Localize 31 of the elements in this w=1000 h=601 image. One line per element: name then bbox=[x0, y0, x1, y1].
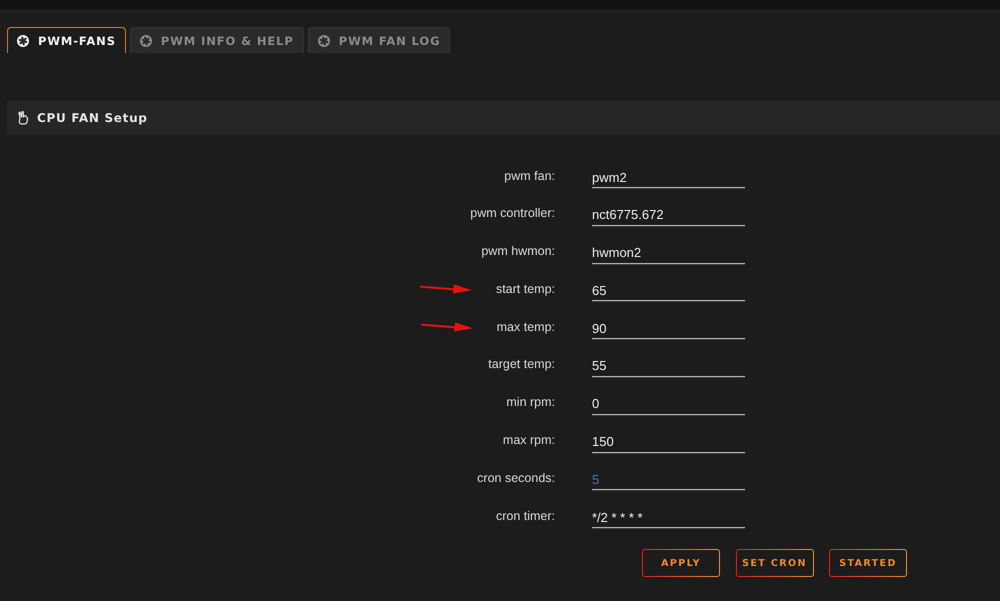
section-title: CPU FAN Setup bbox=[37, 111, 148, 125]
input-field[interactable]: pwm2 bbox=[592, 163, 745, 188]
tab[interactable]: PWM-FANS bbox=[7, 27, 126, 53]
input-field[interactable]: 5 bbox=[592, 465, 745, 490]
fan-icon bbox=[17, 34, 29, 46]
input-field[interactable]: nct6775.672 bbox=[592, 200, 745, 226]
field-label: start temp: bbox=[496, 282, 555, 296]
tab[interactable]: PWM FAN LOG bbox=[308, 27, 450, 53]
fan-icon bbox=[140, 34, 152, 46]
input-field[interactable]: 55 bbox=[592, 352, 745, 377]
tab[interactable]: PWM INFO & HELP bbox=[130, 27, 304, 53]
input-field[interactable]: 0 bbox=[592, 390, 745, 415]
field-label: cron seconds: bbox=[477, 470, 555, 485]
field-label: target temp: bbox=[488, 357, 555, 372]
action-button[interactable]: APPLY bbox=[642, 549, 720, 578]
input-field[interactable]: 65 bbox=[592, 276, 745, 302]
input-field[interactable]: */2 * * * * bbox=[592, 503, 745, 528]
field-label: pwm fan: bbox=[504, 168, 555, 182]
field-label: cron timer: bbox=[496, 508, 555, 523]
fan-icon bbox=[318, 34, 330, 46]
field-label: min rpm: bbox=[506, 395, 555, 410]
input-field[interactable]: 150 bbox=[592, 428, 745, 453]
field-label: max rpm: bbox=[502, 433, 555, 448]
action-button[interactable]: STARTED bbox=[829, 549, 907, 578]
field-label: pwm hwmon: bbox=[481, 244, 555, 258]
action-button[interactable]: SET CRON bbox=[736, 549, 814, 578]
hand-icon bbox=[17, 111, 29, 125]
field-label: pwm controller: bbox=[470, 206, 555, 220]
input-field[interactable]: 90 bbox=[592, 314, 745, 340]
field-label: max temp: bbox=[496, 320, 555, 334]
input-field[interactable]: hwmon2 bbox=[592, 238, 745, 264]
